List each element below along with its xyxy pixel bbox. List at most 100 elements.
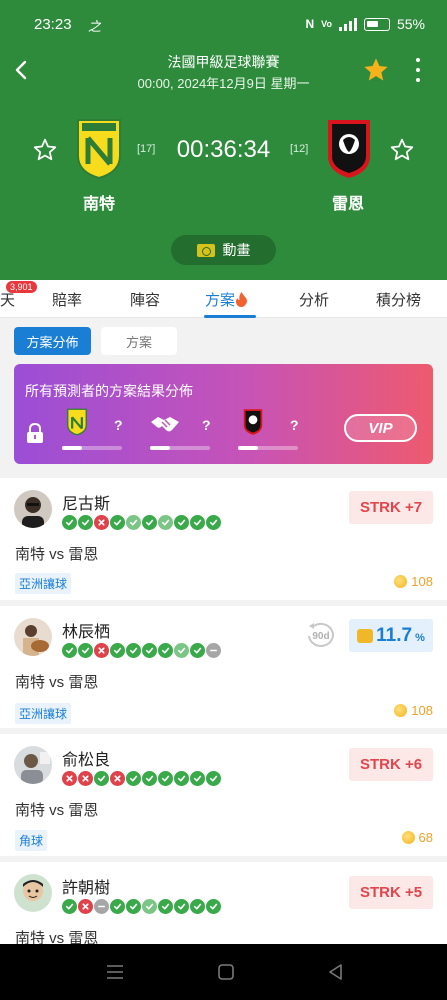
tab-bar: 天 賠率 陣容 方案 分析 積分榜 xyxy=(0,280,447,318)
loss-icon xyxy=(78,771,93,786)
avatar[interactable] xyxy=(14,618,52,656)
win-icon xyxy=(110,899,125,914)
coin-price[interactable]: 108 xyxy=(394,703,433,718)
matchup-text: 南特 vs 雷恩 xyxy=(15,930,99,944)
active-tab-indicator xyxy=(204,315,256,318)
win-streak-badge: STRK +5 xyxy=(349,876,433,909)
more-menu-icon[interactable] xyxy=(408,56,428,84)
away-team-logo[interactable] xyxy=(324,118,374,180)
away-follow-star-icon[interactable] xyxy=(389,137,415,163)
vip-option-away: ? xyxy=(238,408,318,458)
home-icon[interactable] xyxy=(216,963,236,981)
win-icon xyxy=(78,643,93,658)
win-icon xyxy=(174,643,189,658)
match-timer: 00:36:34 xyxy=(176,136,271,163)
coin-price[interactable]: 68 xyxy=(401,830,433,845)
back-icon[interactable] xyxy=(326,963,346,981)
avatar[interactable] xyxy=(14,746,52,784)
win-icon xyxy=(190,643,205,658)
vip-distribution-banner[interactable]: 所有預測者的方案結果分佈 ? ? ? VIP xyxy=(14,364,433,464)
draw-share-hidden: ? xyxy=(202,417,211,433)
away-mini-logo xyxy=(243,409,263,435)
90-day-icon: 90d xyxy=(308,623,334,647)
recents-menu-icon[interactable] xyxy=(105,963,125,981)
avatar[interactable] xyxy=(14,490,52,528)
coin-amount: 108 xyxy=(411,574,433,589)
system-navigation-bar xyxy=(0,944,447,1000)
coin-icon xyxy=(394,704,408,717)
coin-price[interactable]: 108 xyxy=(394,574,433,589)
battery-level: 55% xyxy=(396,16,425,32)
win-icon xyxy=(142,899,157,914)
subtab-plans[interactable]: 方案 xyxy=(101,327,177,355)
away-rank: [12] xyxy=(290,143,309,155)
home-share-bar xyxy=(62,446,122,450)
hit-rate-value: 11.7 xyxy=(376,624,413,646)
win-icon xyxy=(78,515,93,530)
hit-rate-badge: 11.7% xyxy=(349,619,433,652)
vip-option-home: ? xyxy=(62,408,142,458)
win-icon xyxy=(158,515,173,530)
animation-button[interactable]: 動畫 xyxy=(171,235,276,265)
win-icon xyxy=(142,515,157,530)
90-day-label: 90d xyxy=(312,631,329,642)
handshake-icon xyxy=(151,417,179,432)
draw-icon xyxy=(94,899,109,914)
matchup-text: 南特 vs 雷恩 xyxy=(15,674,99,691)
recent-record xyxy=(62,899,221,914)
away-team-name[interactable]: 雷恩 xyxy=(308,190,388,214)
tab-plans[interactable]: 方案 xyxy=(205,289,248,310)
win-icon xyxy=(94,771,109,786)
coin-amount: 108 xyxy=(411,703,433,718)
tab-lineup[interactable]: 陣容 xyxy=(130,289,160,310)
vip-option-draw: ? xyxy=(150,408,230,458)
win-icon xyxy=(158,771,173,786)
win-icon xyxy=(174,515,189,530)
tab-plans-label: 方案 xyxy=(205,292,236,309)
win-icon xyxy=(206,899,221,914)
predictor-name[interactable]: 許朝樹 xyxy=(62,874,110,898)
predictor-name[interactable]: 俞松良 xyxy=(62,746,110,770)
win-icon xyxy=(190,899,205,914)
hit-rate-unit: % xyxy=(415,632,425,644)
predictor-card[interactable]: 林辰栖 90d 11.7% 南特 vs 雷恩 亞洲讓球 108 xyxy=(0,606,447,728)
matchup-text: 南特 vs 雷恩 xyxy=(15,802,99,819)
favorite-star-icon[interactable] xyxy=(362,56,390,84)
tab-odds[interactable]: 賠率 xyxy=(52,289,82,310)
win-streak-badge: STRK +6 xyxy=(349,748,433,781)
tab-standings[interactable]: 積分榜 xyxy=(376,289,421,310)
win-icon xyxy=(142,643,157,658)
predictor-card[interactable]: 尼古斯 STRK +7 南特 vs 雷恩 亞洲讓球 108 xyxy=(0,478,447,600)
coin-icon xyxy=(401,831,415,844)
win-icon xyxy=(158,643,173,658)
win-icon xyxy=(126,771,141,786)
coin-amount: 68 xyxy=(418,830,433,845)
home-team-name[interactable]: 南特 xyxy=(59,190,139,214)
home-share-hidden: ? xyxy=(114,417,123,433)
predictor-name[interactable]: 尼古斯 xyxy=(62,490,110,514)
status-indicators: N Vo 55% xyxy=(305,16,425,32)
coin-icon xyxy=(394,575,408,588)
win-icon xyxy=(206,771,221,786)
match-header: 23:23 之 N Vo 55% 法國甲級足球聯賽 00:00, 2024年12… xyxy=(0,0,447,280)
draw-share-bar xyxy=(150,446,210,450)
avatar[interactable] xyxy=(14,874,52,912)
win-icon xyxy=(126,899,141,914)
vip-title: 所有預測者的方案結果分佈 xyxy=(25,383,193,399)
predictor-name[interactable]: 林辰栖 xyxy=(62,618,110,642)
win-icon xyxy=(62,899,77,914)
predictor-card[interactable]: 許朝樹 STRK +5 南特 vs 雷恩 xyxy=(0,862,447,944)
loss-icon xyxy=(94,643,109,658)
win-icon xyxy=(190,515,205,530)
vip-unlock-button[interactable]: VIP xyxy=(344,414,417,442)
win-icon xyxy=(158,899,173,914)
predictor-card[interactable]: 俞松良 STRK +6 南特 vs 雷恩 角球 68 xyxy=(0,734,447,856)
tab-analysis[interactable]: 分析 xyxy=(299,289,329,310)
gold-ingot-icon xyxy=(357,628,374,643)
win-icon xyxy=(190,771,205,786)
draw-icon xyxy=(206,643,221,658)
lock-icon xyxy=(27,423,43,443)
subtab-distribution[interactable]: 方案分佈 xyxy=(14,327,91,355)
signal-icon xyxy=(338,17,357,31)
win-icon xyxy=(142,771,157,786)
